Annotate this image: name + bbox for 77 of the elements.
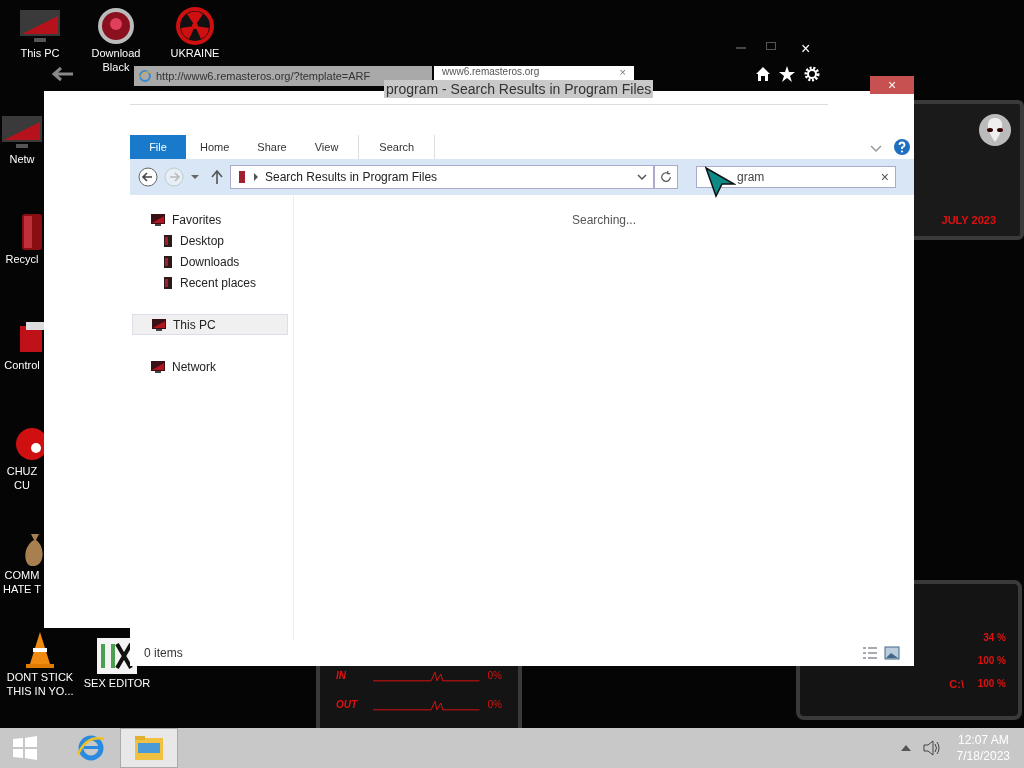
nav-item[interactable]: Recent places: [132, 272, 288, 293]
nav-item[interactable]: Desktop: [132, 230, 288, 251]
close-button[interactable]: ×: [801, 37, 811, 61]
browser-tab[interactable]: www6.remasteros.org ×: [434, 66, 634, 80]
ribbon-tab[interactable]: View: [300, 135, 353, 159]
gadget-date: JULY 2023: [941, 212, 996, 228]
desktop-icon-label[interactable]: CHUZ CU: [6, 464, 38, 492]
desktop-icon-label[interactable]: UKRAINE: [170, 46, 220, 60]
window-maximize[interactable]: [766, 42, 776, 50]
url-text: http://www6.remasteros.org/?template=ARF: [156, 68, 371, 84]
folder-icon: [162, 275, 174, 290]
address-bar[interactable]: http://www6.remasteros.org/?template=ARF: [134, 66, 432, 86]
back-icon[interactable]: [138, 167, 158, 187]
drive-reading: 100 %: [976, 653, 1006, 668]
settings-icon[interactable]: [804, 66, 820, 82]
desktop-icon-label[interactable]: Recycl: [5, 252, 39, 266]
mouse-cursor-icon: [704, 166, 736, 198]
bin-icon: [22, 214, 42, 250]
desktop-icon-label[interactable]: COMM HATE T: [2, 568, 42, 596]
ribbon-tab[interactable]: File: [130, 135, 186, 159]
moneybag-icon: [23, 533, 43, 566]
network-reading: 0%: [487, 698, 502, 712]
home-icon[interactable]: [755, 66, 771, 82]
dropdown-icon[interactable]: [190, 173, 200, 181]
folder-icon: [237, 170, 247, 184]
monitor-icon: [150, 212, 166, 227]
browser-icon: [138, 69, 152, 83]
drive-label: C:\: [949, 676, 964, 692]
back-arrow-icon[interactable]: [52, 66, 74, 82]
chevron-icon[interactable]: [637, 173, 647, 181]
nav-item[interactable]: Downloads: [132, 251, 288, 272]
nav-item[interactable]: Favorites: [132, 209, 288, 230]
search-field[interactable]: gram ×: [696, 166, 896, 188]
ribbon-tab[interactable]: Share: [243, 135, 301, 159]
desktop-icon-label[interactable]: This PC: [20, 46, 60, 60]
item-count: 0 items: [144, 645, 183, 662]
tab-title: www6.remasteros.org: [442, 66, 540, 78]
refresh-icon[interactable]: [654, 165, 678, 189]
clear-search[interactable]: ×: [880, 166, 889, 188]
alien-icon: [978, 112, 1012, 148]
large-icons-view-icon[interactable]: [884, 646, 900, 660]
drive-reading: 34 %: [982, 630, 1006, 645]
monitor-icon: [151, 317, 167, 332]
drive-reading: 100 %: [976, 677, 1006, 692]
status-message: Searching...: [571, 212, 636, 227]
up-arrow-icon[interactable]: [210, 169, 224, 185]
speaker-icon[interactable]: [922, 740, 941, 756]
network-reading: 0%: [487, 669, 502, 683]
browser-icon: [76, 733, 106, 763]
start-icon[interactable]: [12, 735, 38, 761]
address-text: Search Results in Program Files: [265, 169, 438, 186]
folder-icon: [162, 233, 174, 248]
nav-item[interactable]: Network: [132, 356, 288, 377]
desktop-icon-label[interactable]: DONT STICK THIS IN YO...: [6, 670, 74, 698]
desktop-icon-label[interactable]: Control: [4, 358, 40, 372]
details-view-icon[interactable]: [862, 646, 878, 660]
tab-close[interactable]: ×: [619, 66, 626, 78]
close-button[interactable]: ×: [870, 76, 914, 94]
blob-icon: [16, 428, 44, 460]
taskbar-button[interactable]: [120, 728, 178, 768]
desktop-icon-label[interactable]: SEX EDITOR: [83, 676, 151, 690]
caret-up-icon[interactable]: [900, 745, 911, 751]
help-icon[interactable]: [894, 139, 910, 155]
network-label: IN: [336, 669, 347, 683]
nav-item[interactable]: This PC: [132, 314, 288, 335]
network-label: OUT: [336, 698, 359, 712]
address-field[interactable]: Search Results in Program Files: [230, 165, 654, 189]
star-icon[interactable]: [779, 66, 795, 82]
folder-icon: [134, 735, 164, 761]
monitor-icon: [150, 359, 166, 374]
folder-icon: [162, 254, 174, 269]
panel-icon: [20, 322, 44, 352]
radiation-icon: [173, 6, 217, 46]
desktop-icon-label[interactable]: Netw: [9, 152, 35, 166]
breadcrumb-arrow-icon: [253, 173, 259, 181]
ribbon-tab[interactable]: Home: [186, 135, 244, 159]
window-title: program - Search Results in Program Files: [384, 80, 654, 98]
